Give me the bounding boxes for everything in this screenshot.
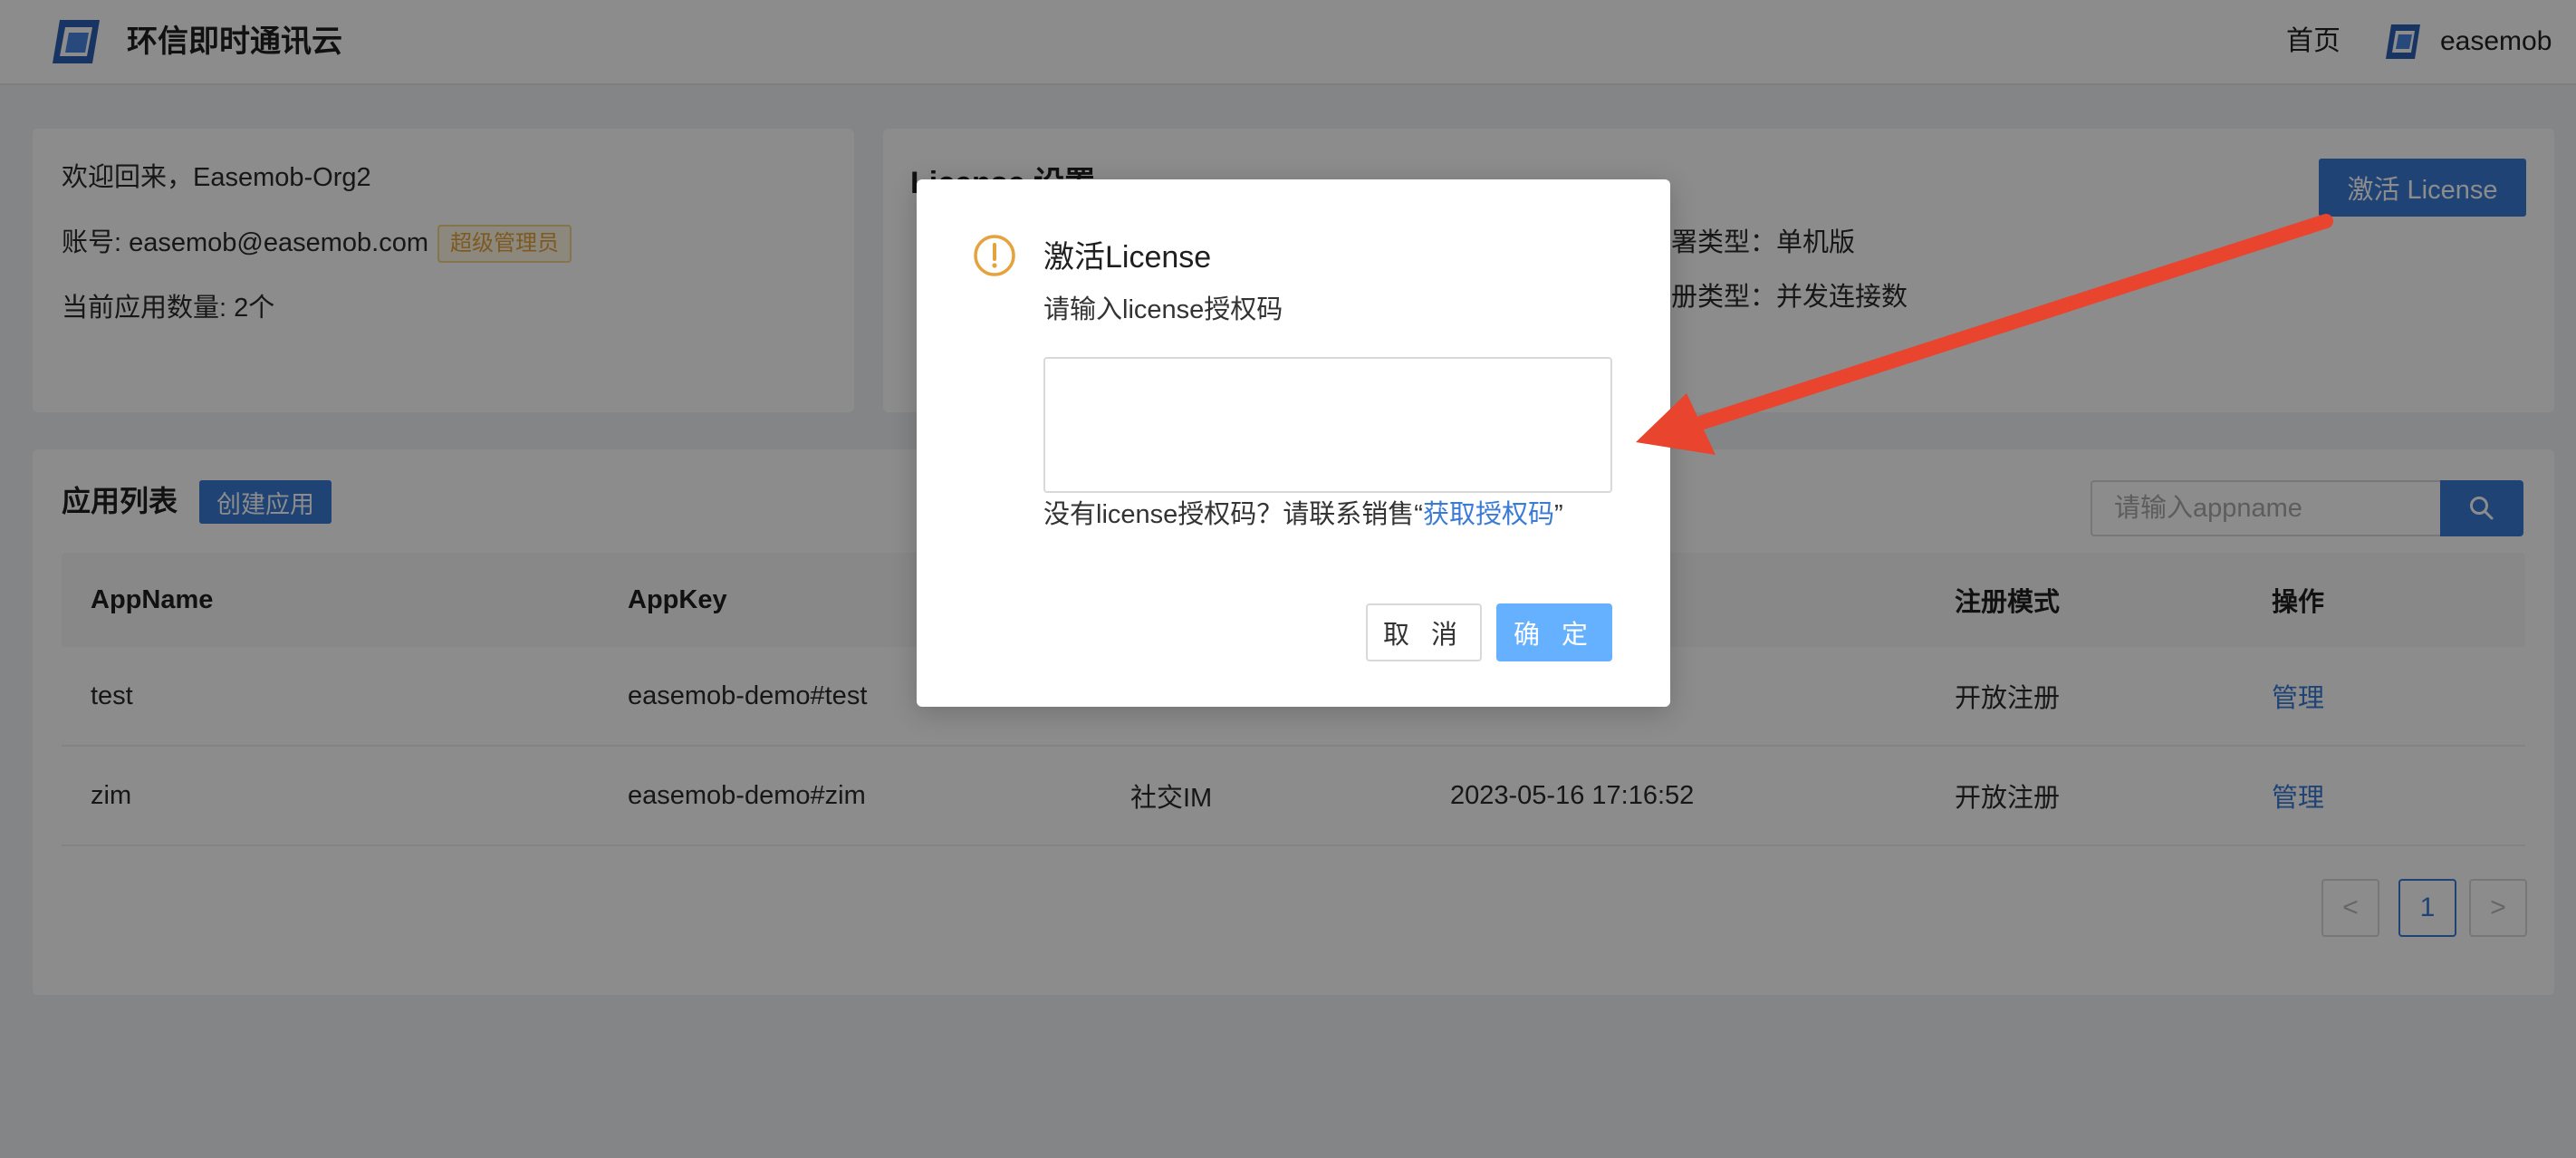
cancel-button[interactable]: 取 消 [1366,603,1482,661]
activate-license-dialog: 激活License 请输入license授权码 没有license授权码？请联系… [917,179,1670,707]
get-license-link[interactable]: 获取授权码 [1423,500,1554,529]
license-code-input[interactable] [1043,357,1612,493]
dialog-prompt: 请输入license授权码 [1043,295,1283,324]
hint-prefix: 没有license授权码？请联系销售“ [1043,500,1423,529]
dialog-title: 激活License [1043,240,1212,275]
hint-suffix: ” [1553,500,1563,529]
confirm-button[interactable]: 确 定 [1496,603,1612,661]
dialog-hint: 没有license授权码？请联系销售“获取授权码” [1043,497,1563,533]
warning-circle-icon [974,235,1015,276]
